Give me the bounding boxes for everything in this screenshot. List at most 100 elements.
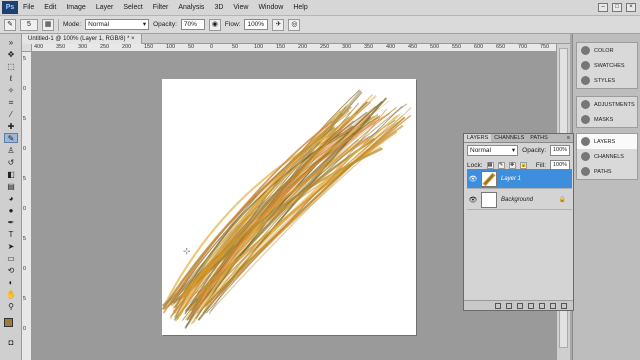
adjustment-layer-icon[interactable]	[528, 303, 534, 309]
canvas[interactable]	[162, 79, 416, 335]
ruler-tick-label: 0	[23, 86, 27, 92]
minimize-icon[interactable]: –	[598, 3, 608, 12]
eraser-tool-icon[interactable]: ◧	[4, 170, 18, 180]
pressure-opacity-icon[interactable]: ◉	[208, 18, 221, 31]
tab-channels[interactable]: CHANNELS	[491, 134, 527, 142]
lock-image-icon[interactable]: ✎	[497, 162, 505, 169]
panel-masks[interactable]: MASKS	[577, 112, 637, 127]
new-group-icon[interactable]	[539, 303, 545, 309]
panel-paths[interactable]: PATHS	[577, 164, 637, 179]
document-tab[interactable]: Untitled-1 @ 100% (Layer 1, RGB/8) * ×	[22, 34, 142, 44]
crop-tool-icon[interactable]: ⌗	[4, 98, 18, 108]
history-brush-tool-icon[interactable]: ↺	[4, 158, 18, 168]
hand-tool-icon[interactable]: ✋	[4, 290, 18, 300]
blend-mode-select[interactable]: Normal ▾	[467, 145, 519, 156]
layer-opacity-input[interactable]: 100%	[550, 145, 570, 156]
ruler-tick-label: 0	[23, 326, 27, 332]
ruler-tick-label: 300	[78, 44, 88, 50]
lock-transparent-icon[interactable]: ▦	[486, 162, 494, 169]
type-tool-icon[interactable]: T	[4, 230, 18, 240]
menu-filter[interactable]: Filter	[148, 4, 174, 11]
clone-stamp-tool-icon[interactable]: ♙	[4, 146, 18, 156]
3d-rotate-tool-icon[interactable]: ⟲	[4, 266, 18, 276]
move-tool-icon[interactable]: ✥	[4, 50, 18, 60]
panel-layers[interactable]: LAYERS	[577, 134, 637, 149]
ruler-tick-label: 5	[23, 236, 27, 242]
tab-layers[interactable]: LAYERS	[464, 134, 492, 142]
panel-adjustments-label: ADJUSTMENTS	[594, 101, 635, 108]
panel-adjustments[interactable]: ADJUSTMENTS	[577, 97, 637, 112]
foreground-color-swatch[interactable]	[4, 318, 13, 327]
pen-tool-icon[interactable]: ✒	[4, 218, 18, 228]
visibility-eye-icon[interactable]: 👁	[467, 175, 479, 183]
delete-layer-icon[interactable]	[561, 303, 567, 309]
ruler-tick-label: 150	[276, 44, 286, 50]
chevron-down-icon: ▾	[142, 21, 147, 28]
panel-menu-icon[interactable]: ≡	[564, 134, 573, 142]
new-layer-icon[interactable]	[550, 303, 556, 309]
quick-select-tool-icon[interactable]: ✧	[4, 86, 18, 96]
collapse-toolbox-icon[interactable]: »	[4, 38, 18, 48]
airbrush-icon[interactable]: ✈	[272, 18, 285, 31]
zoom-tool-icon[interactable]: ⚲	[4, 302, 18, 312]
tab-paths[interactable]: PATHS	[527, 134, 551, 142]
panel-group-layers: LAYERS CHANNELS PATHS	[576, 133, 638, 180]
panel-color[interactable]: COLOR	[577, 43, 637, 58]
layer-style-icon[interactable]	[506, 303, 512, 309]
path-select-tool-icon[interactable]: ➤	[4, 242, 18, 252]
toggle-brush-panel-icon[interactable]: ▦	[42, 18, 54, 31]
flow-input[interactable]: 100%	[244, 19, 269, 30]
layer-row-layer-1[interactable]: 👁 Layer 1	[467, 169, 572, 189]
shape-tool-icon[interactable]: ▭	[4, 254, 18, 264]
menu-edit[interactable]: Edit	[39, 4, 61, 11]
menu-select[interactable]: Select	[118, 4, 147, 11]
mode-label: Mode:	[63, 21, 82, 28]
menu-image[interactable]: Image	[61, 4, 90, 11]
ruler-origin[interactable]	[22, 44, 32, 52]
layers-icon	[581, 137, 590, 146]
menu-help[interactable]: Help	[288, 4, 312, 11]
menu-file[interactable]: File	[18, 4, 39, 11]
ruler-tick-label: 300	[342, 44, 352, 50]
layers-panel-tabs: LAYERS CHANNELS PATHS ≡	[464, 134, 573, 143]
lasso-tool-icon[interactable]: ℓ	[4, 74, 18, 84]
lock-all-icon[interactable]: 🔒	[519, 162, 527, 169]
dodge-tool-icon[interactable]: ●	[4, 206, 18, 216]
pressure-size-icon[interactable]: ◎	[288, 18, 301, 31]
menu-analysis[interactable]: Analysis	[173, 4, 209, 11]
lock-position-icon[interactable]: ✥	[508, 162, 516, 169]
healing-tool-icon[interactable]: ✚	[4, 122, 18, 132]
menu-layer[interactable]: Layer	[91, 4, 119, 11]
layer-row-background[interactable]: 👁 Background 🔒	[467, 190, 572, 210]
visibility-eye-icon[interactable]: 👁	[467, 196, 479, 204]
3d-orbit-tool-icon[interactable]: ◐	[4, 278, 18, 288]
quick-mask-icon[interactable]: ◘	[4, 338, 18, 348]
opacity-input[interactable]: 70%	[180, 19, 205, 30]
ruler-tick-label: 0	[23, 146, 27, 152]
add-mask-icon[interactable]	[517, 303, 523, 309]
close-icon[interactable]: ×	[626, 3, 636, 12]
layer-name[interactable]: Background	[501, 197, 533, 203]
close-tab-icon[interactable]: ×	[131, 36, 135, 42]
marquee-tool-icon[interactable]: ⬚	[4, 62, 18, 72]
menu-window[interactable]: Window	[253, 4, 288, 11]
layer-name[interactable]: Layer 1	[501, 176, 521, 182]
panel-channels[interactable]: CHANNELS	[577, 149, 637, 164]
eyedropper-tool-icon[interactable]: ⁄	[4, 110, 18, 120]
blur-tool-icon[interactable]: ◕	[4, 194, 18, 204]
panel-styles[interactable]: STYLES	[577, 73, 637, 88]
maximize-icon[interactable]: □	[612, 3, 622, 12]
menu-3d[interactable]: 3D	[209, 4, 228, 11]
horizontal-ruler: 400 350 300 250 200 150 100 50 0 50 100 150 200 250 30…	[32, 44, 556, 52]
panel-group-adjustments: ADJUSTMENTS MASKS	[576, 96, 638, 128]
mode-select[interactable]: Normal ▾	[85, 19, 150, 30]
ruler-tick-label: 400	[34, 44, 44, 50]
brush-preset-picker[interactable]: 5	[20, 18, 38, 31]
panel-swatches[interactable]: SWATCHES	[577, 58, 637, 73]
gradient-tool-icon[interactable]: ▤	[4, 182, 18, 192]
brush-tool-preset-icon[interactable]: ✎	[4, 18, 16, 31]
link-layers-icon[interactable]	[495, 303, 501, 309]
brush-tool-icon[interactable]: ✎	[4, 133, 18, 143]
ruler-tick-label: 5	[23, 176, 27, 182]
menu-view[interactable]: View	[228, 4, 253, 11]
